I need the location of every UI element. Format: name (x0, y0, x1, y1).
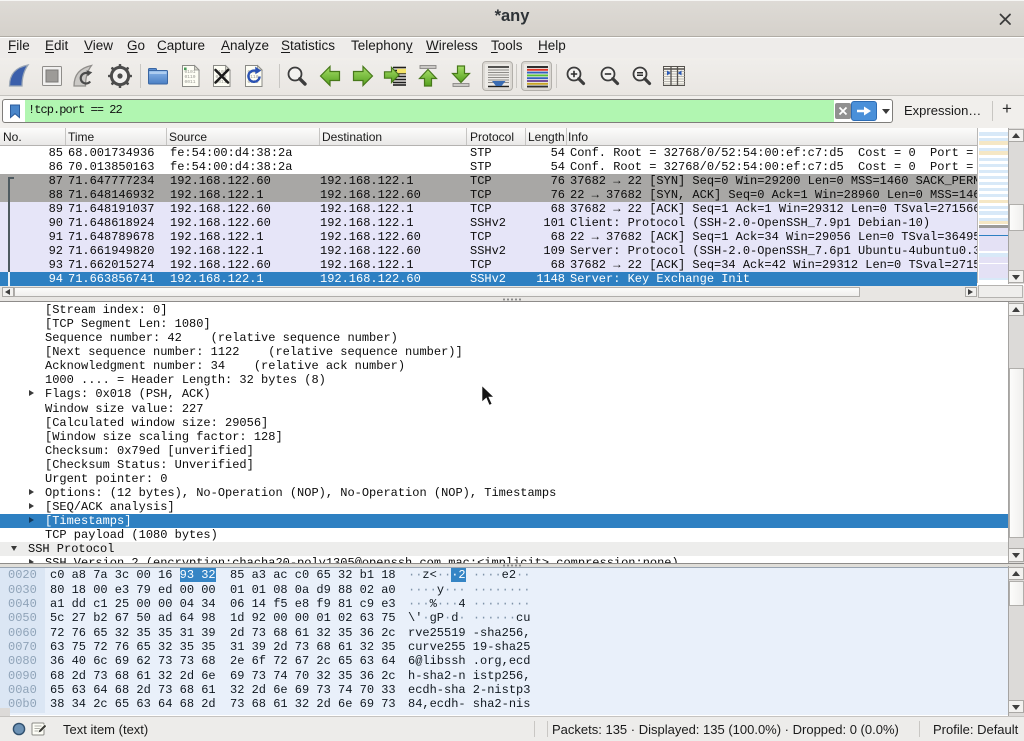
svg-text:0011: 0011 (185, 79, 196, 85)
